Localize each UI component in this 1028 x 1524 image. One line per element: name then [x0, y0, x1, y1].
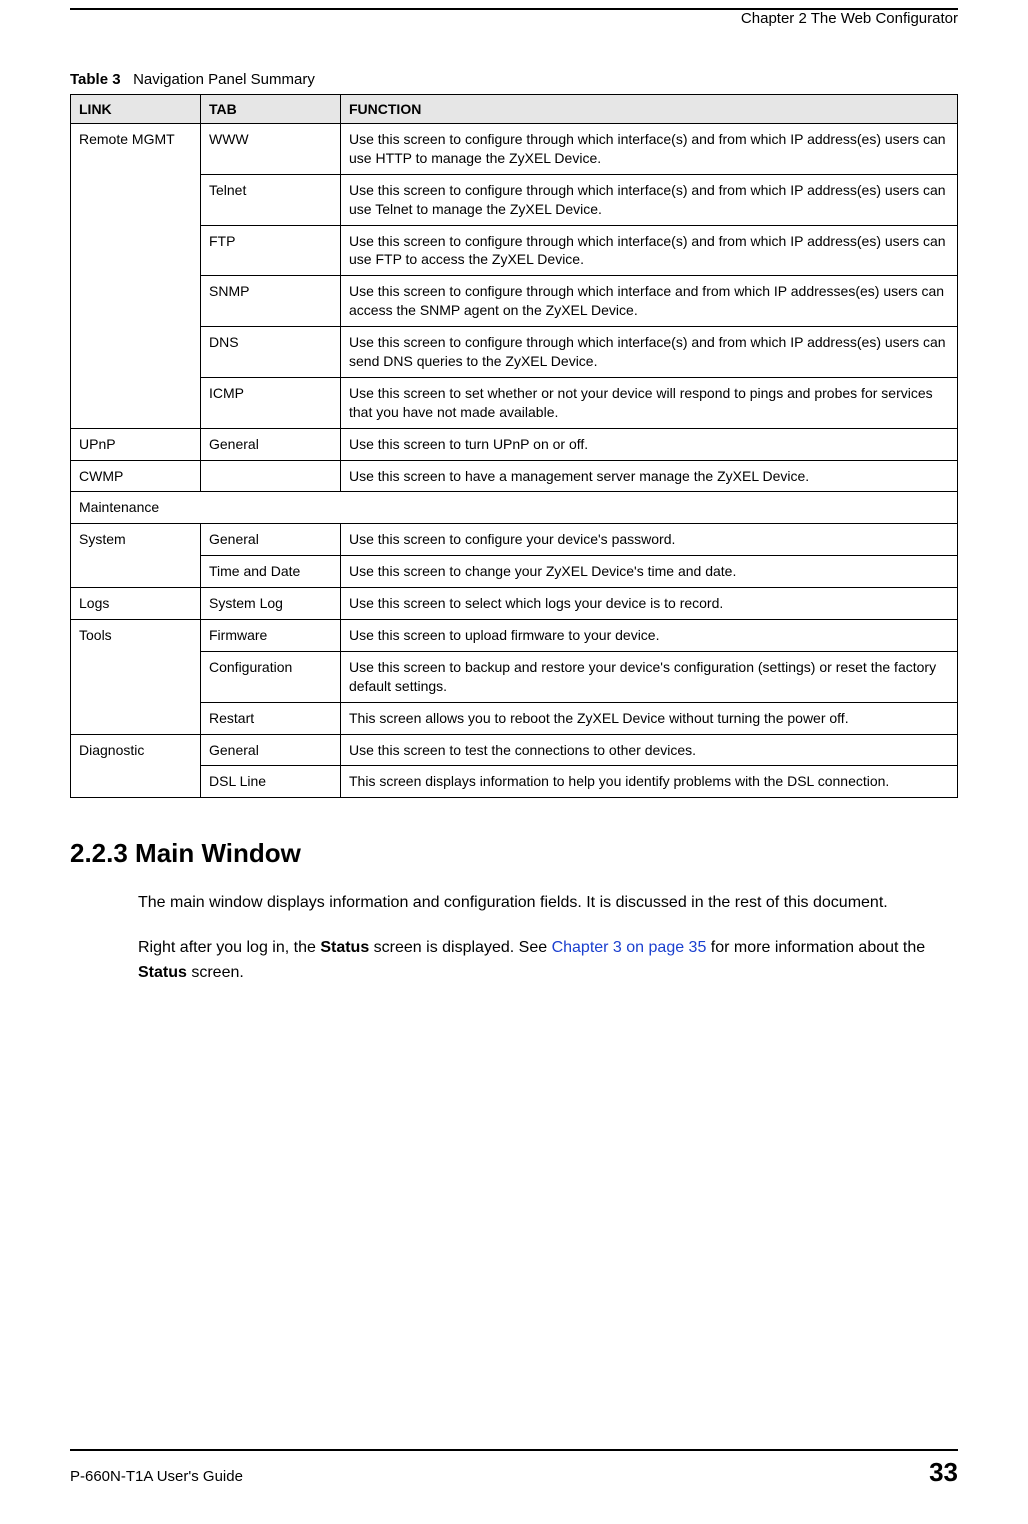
cell-function: Use this screen to configure through whi… — [341, 276, 958, 327]
table-row: Maintenance — [71, 492, 958, 524]
table-title: Navigation Panel Summary — [133, 71, 315, 88]
table-row: Restart This screen allows you to reboot… — [71, 702, 958, 734]
table-row: Logs System Log Use this screen to selec… — [71, 588, 958, 620]
table-header-row: LINK TAB FUNCTION — [71, 95, 958, 124]
paragraph: The main window displays information and… — [138, 891, 958, 916]
cell-tab: WWW — [201, 124, 341, 175]
cell-section: Maintenance — [71, 492, 958, 524]
cell-link: Tools — [71, 620, 201, 735]
cell-tab: Telnet — [201, 174, 341, 225]
footer-page-number: 33 — [929, 1457, 958, 1488]
cell-link: CWMP — [71, 460, 201, 492]
cell-tab: Configuration — [201, 651, 341, 702]
table-row: ICMP Use this screen to set whether or n… — [71, 377, 958, 428]
table-row: Configuration Use this screen to backup … — [71, 651, 958, 702]
page-footer: P-660N-T1A User's Guide 33 — [70, 1449, 958, 1488]
table-row: SNMP Use this screen to configure throug… — [71, 276, 958, 327]
cell-tab: DSL Line — [201, 766, 341, 798]
cell-function: Use this screen to configure through whi… — [341, 327, 958, 378]
cell-tab: General — [201, 428, 341, 460]
cell-link: Remote MGMT — [71, 124, 201, 429]
cell-tab: Time and Date — [201, 556, 341, 588]
cell-function: This screen displays information to help… — [341, 766, 958, 798]
cell-function: This screen allows you to reboot the ZyX… — [341, 702, 958, 734]
table-caption: Table 3 Navigation Panel Summary — [70, 71, 958, 88]
cell-function: Use this screen to test the connections … — [341, 734, 958, 766]
cell-tab: Restart — [201, 702, 341, 734]
text-bold: Status — [320, 939, 369, 956]
footer-rule — [70, 1449, 958, 1451]
cell-tab: DNS — [201, 327, 341, 378]
text-run: for more information about the — [706, 939, 925, 956]
table-row: Telnet Use this screen to configure thro… — [71, 174, 958, 225]
table-row: Tools Firmware Use this screen to upload… — [71, 620, 958, 652]
cell-function: Use this screen to set whether or not yo… — [341, 377, 958, 428]
cell-link: UPnP — [71, 428, 201, 460]
section-heading: 2.2.3 Main Window — [70, 838, 958, 869]
cross-reference-link[interactable]: Chapter 3 on page 35 — [552, 939, 707, 956]
header-link: LINK — [71, 95, 201, 124]
table-label: Table 3 — [70, 71, 121, 88]
document-page: Chapter 2 The Web Configurator Table 3 N… — [0, 0, 1028, 1524]
text-run: Right after you log in, the — [138, 939, 320, 956]
cell-link: System — [71, 524, 201, 588]
cell-function: Use this screen to configure through whi… — [341, 225, 958, 276]
chapter-header: Chapter 2 The Web Configurator — [70, 8, 958, 31]
cell-function: Use this screen to turn UPnP on or off. — [341, 428, 958, 460]
table-row: Remote MGMT WWW Use this screen to confi… — [71, 124, 958, 175]
header-function: FUNCTION — [341, 95, 958, 124]
cell-function: Use this screen to have a management ser… — [341, 460, 958, 492]
footer-guide-title: P-660N-T1A User's Guide — [70, 1468, 243, 1485]
chapter-title: Chapter 2 The Web Configurator — [731, 10, 958, 27]
cell-tab: Firmware — [201, 620, 341, 652]
cell-tab: System Log — [201, 588, 341, 620]
cell-link: Logs — [71, 588, 201, 620]
table-row: CWMP Use this screen to have a managemen… — [71, 460, 958, 492]
cell-function: Use this screen to change your ZyXEL Dev… — [341, 556, 958, 588]
cell-tab: General — [201, 524, 341, 556]
text-bold: Status — [138, 964, 187, 981]
text-run: screen. — [187, 964, 244, 981]
cell-function: Use this screen to select which logs you… — [341, 588, 958, 620]
table-row: DNS Use this screen to configure through… — [71, 327, 958, 378]
cell-tab: ICMP — [201, 377, 341, 428]
cell-tab: General — [201, 734, 341, 766]
cell-tab: SNMP — [201, 276, 341, 327]
table-row: FTP Use this screen to configure through… — [71, 225, 958, 276]
cell-tab: FTP — [201, 225, 341, 276]
paragraph: Right after you log in, the Status scree… — [138, 936, 958, 986]
cell-function: Use this screen to configure through whi… — [341, 174, 958, 225]
cell-tab — [201, 460, 341, 492]
table-row: Time and Date Use this screen to change … — [71, 556, 958, 588]
cell-function: Use this screen to configure through whi… — [341, 124, 958, 175]
cell-function: Use this screen to backup and restore yo… — [341, 651, 958, 702]
navigation-summary-table: LINK TAB FUNCTION Remote MGMT WWW Use th… — [70, 94, 958, 798]
header-tab: TAB — [201, 95, 341, 124]
table-row: System General Use this screen to config… — [71, 524, 958, 556]
text-run: screen is displayed. See — [369, 939, 551, 956]
table-row: UPnP General Use this screen to turn UPn… — [71, 428, 958, 460]
table-row: Diagnostic General Use this screen to te… — [71, 734, 958, 766]
cell-link: Diagnostic — [71, 734, 201, 798]
table-row: DSL Line This screen displays informatio… — [71, 766, 958, 798]
cell-function: Use this screen to configure your device… — [341, 524, 958, 556]
cell-function: Use this screen to upload firmware to yo… — [341, 620, 958, 652]
